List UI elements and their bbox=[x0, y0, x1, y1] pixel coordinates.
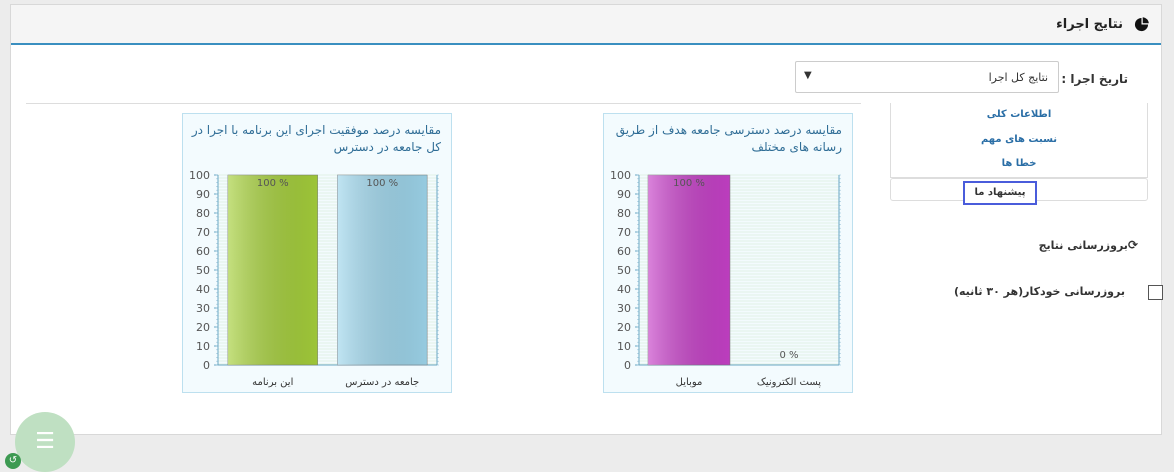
side-nav: اطلاعات کلی نسبت های مهم خطا ها bbox=[890, 103, 1148, 178]
menu-fab-button[interactable]: ☰ bbox=[15, 412, 75, 472]
y-tick-label: 10 bbox=[196, 340, 210, 353]
y-tick-label: 70 bbox=[617, 226, 631, 239]
y-tick-label: 80 bbox=[617, 207, 631, 220]
date-label: تاریخ اجرا : bbox=[1061, 72, 1128, 86]
date-select[interactable]: نتایج کل اجرا ▼ bbox=[795, 61, 1059, 93]
y-tick-label: 40 bbox=[617, 283, 631, 296]
date-select-value: نتایج کل اجرا bbox=[988, 71, 1048, 84]
chart-svg: 0 10 20 30 40 50 60 70 80 90 100 100 % این برنامه 100… bbox=[189, 169, 439, 388]
panel-header: نتایج اجراء bbox=[11, 5, 1161, 45]
y-tick-label: 90 bbox=[617, 188, 631, 201]
chart-svg: 0 10 20 30 40 50 60 70 80 90 100 100 % موبایل 0 % پست … bbox=[610, 169, 841, 388]
y-tick-label: 60 bbox=[617, 245, 631, 258]
y-tick-label: 0 bbox=[624, 359, 631, 372]
y-tick-label: 50 bbox=[196, 264, 210, 277]
bar-shine bbox=[337, 175, 428, 365]
data-label: 100 % bbox=[366, 178, 398, 189]
category-label: جامعه در دسترس bbox=[345, 377, 419, 388]
refresh-title[interactable]: ⟳بروزرسانی نتایج bbox=[1039, 238, 1138, 252]
data-label: 100 % bbox=[673, 178, 705, 189]
category-label: این برنامه bbox=[252, 377, 293, 388]
pie-chart-icon bbox=[1134, 17, 1149, 32]
y-tick-label: 20 bbox=[617, 321, 631, 334]
chevron-down-icon: ▼ bbox=[804, 70, 812, 81]
bar-shine bbox=[227, 175, 318, 365]
auto-refresh-label: بروزرسانی خودکار(هر ۳۰ ثانیه) bbox=[953, 285, 1125, 298]
data-label: 0 % bbox=[779, 350, 798, 361]
nav-item-errors[interactable]: خطا ها bbox=[891, 158, 1147, 169]
bar-shine bbox=[648, 175, 730, 365]
y-tick-label: 100 bbox=[189, 169, 210, 182]
y-tick-label: 50 bbox=[617, 264, 631, 277]
results-panel: نتایج اجراء تاریخ اجرا : نتایج کل اجرا ▼… bbox=[10, 4, 1163, 435]
menu-icon: ☰ bbox=[35, 429, 55, 454]
y-tick-label: 90 bbox=[196, 188, 210, 201]
y-tick-label: 30 bbox=[196, 302, 210, 315]
refresh-icon: ⟳ bbox=[1127, 238, 1138, 252]
y-tick-label: 80 bbox=[196, 207, 210, 220]
y-tick-label: 100 bbox=[610, 169, 631, 182]
category-label: پست الکترونیک bbox=[757, 377, 821, 388]
y-tick-label: 20 bbox=[196, 321, 210, 334]
divider bbox=[26, 103, 861, 104]
panel-title: نتایج اجراء bbox=[1056, 17, 1123, 32]
nav-item-general-info[interactable]: اطلاعات کلی bbox=[891, 109, 1147, 120]
refresh-label: بروزرسانی نتایج bbox=[1038, 239, 1128, 252]
y-tick-label: 0 bbox=[203, 359, 210, 372]
auto-refresh-checkbox[interactable] bbox=[1148, 285, 1163, 300]
y-tick-label: 30 bbox=[617, 302, 631, 315]
media-access-chart: مقایسه درصد دسترسی جامعه هدف از طریق رسا… bbox=[603, 113, 853, 393]
success-comparison-chart: مقایسه درصد موفقیت اجرای این برنامه با ا… bbox=[182, 113, 452, 393]
y-tick-label: 70 bbox=[196, 226, 210, 239]
nav-item-important-ratios[interactable]: نسبت های مهم bbox=[891, 134, 1147, 145]
y-tick-label: 10 bbox=[617, 340, 631, 353]
category-label: موبایل bbox=[676, 377, 703, 388]
back-icon[interactable]: ↺ bbox=[5, 453, 21, 469]
data-label: 100 % bbox=[257, 178, 289, 189]
y-tick-label: 60 bbox=[196, 245, 210, 258]
y-tick-label: 40 bbox=[196, 283, 210, 296]
nav-item-our-suggestion[interactable]: پیشنهاد ما bbox=[963, 181, 1037, 205]
